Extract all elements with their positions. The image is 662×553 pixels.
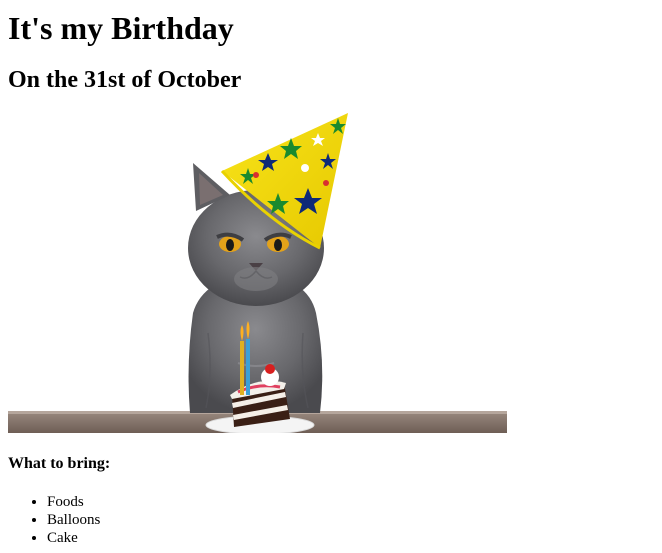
page-content: It's my Birthday On the 31st of October xyxy=(8,0,654,553)
birthday-cat-image xyxy=(8,113,507,433)
list-item: Foods xyxy=(47,493,100,511)
page-subtitle: On the 31st of October xyxy=(8,67,242,93)
list-item: Cake xyxy=(47,529,100,547)
list-heading: What to bring: xyxy=(8,455,111,472)
page-title: It's my Birthday xyxy=(8,10,234,46)
list-item: Balloons xyxy=(47,511,100,529)
bring-list: Foods Balloons Cake xyxy=(8,493,100,547)
